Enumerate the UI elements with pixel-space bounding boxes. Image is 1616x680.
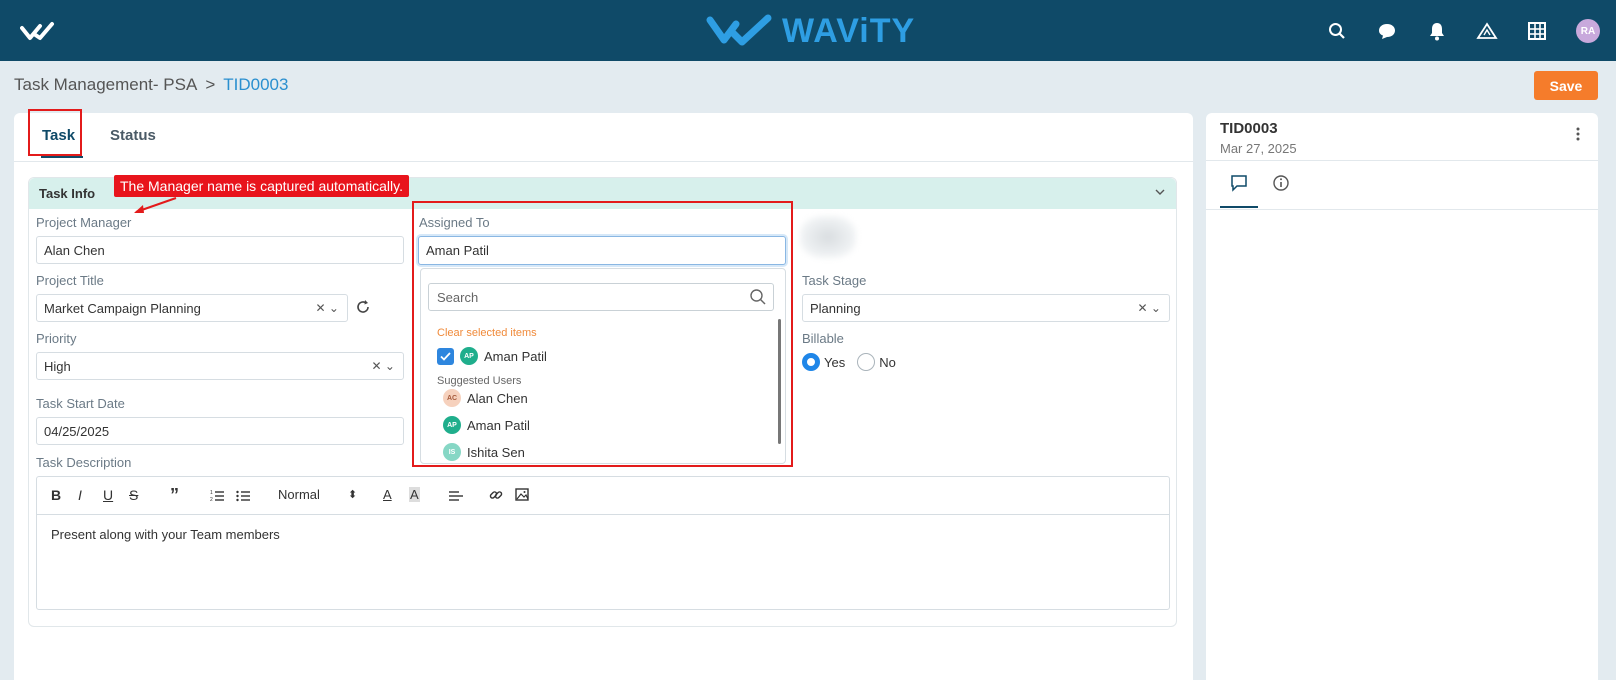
ordered-list-icon[interactable]: 12 <box>210 489 224 503</box>
billable-label: Billable <box>802 331 844 346</box>
assigned-to-highlight-box <box>412 201 793 467</box>
bell-icon[interactable] <box>1412 18 1462 44</box>
refresh-icon[interactable] <box>355 299 371 315</box>
project-manager-field[interactable]: Alan Chen <box>36 236 404 264</box>
annotation-callout: The Manager name is captured automatical… <box>114 175 409 197</box>
blurred-field <box>800 216 856 258</box>
clear-chevron-icon[interactable]: ✕ ⌄ <box>1138 301 1161 315</box>
breadcrumb-parent[interactable]: Task Management- PSA <box>14 75 197 95</box>
breadcrumb-current[interactable]: TID0003 <box>223 75 288 95</box>
italic-icon[interactable]: I <box>78 487 82 503</box>
billable-no-label: No <box>879 354 896 370</box>
tab-status[interactable]: Status <box>110 127 156 144</box>
brand-logo: WAViTY <box>706 10 915 52</box>
search-icon[interactable] <box>1312 18 1362 44</box>
tab-bar: Task Status <box>14 113 1193 162</box>
info-tab-icon[interactable] <box>1272 174 1290 192</box>
clear-chevron-icon[interactable]: ✕ ⌄ <box>316 301 339 315</box>
align-icon[interactable] <box>449 490 463 502</box>
task-description-label: Task Description <box>36 455 132 470</box>
task-stage-value: Planning <box>810 300 861 316</box>
blockquote-icon[interactable]: ” <box>170 485 179 506</box>
comments-tab-icon[interactable] <box>1230 174 1248 192</box>
billable-yes-label: Yes <box>824 354 846 370</box>
task-start-date-field[interactable]: 04/25/2025 <box>36 417 404 445</box>
section-title: Task Info <box>39 186 96 201</box>
project-title-value: Market Campaign Planning <box>44 300 201 316</box>
breadcrumb: Task Management- PSA > TID0003 <box>14 75 288 95</box>
user-avatar[interactable]: RA <box>1576 19 1600 43</box>
link-icon[interactable] <box>489 488 503 502</box>
underline-icon[interactable]: U <box>103 487 113 503</box>
format-select-arrows-icon[interactable]: ⬍ <box>348 488 357 501</box>
background-color-icon[interactable]: A <box>409 487 420 502</box>
format-select[interactable]: Normal <box>278 487 320 502</box>
svg-text:1: 1 <box>210 490 213 496</box>
text-color-icon[interactable]: A <box>383 487 392 502</box>
project-manager-label: Project Manager <box>36 215 132 230</box>
svg-text:2: 2 <box>210 497 213 503</box>
project-manager-value: Alan Chen <box>44 242 105 258</box>
priority-value: High <box>44 358 71 374</box>
strikethrough-icon[interactable]: S <box>129 487 138 503</box>
project-title-label: Project Title <box>36 273 104 288</box>
bullet-list-icon[interactable] <box>236 489 250 503</box>
active-tab-indicator <box>41 156 83 158</box>
priority-select[interactable]: High ✕ ⌄ <box>36 352 404 380</box>
grid-icon[interactable] <box>1512 18 1562 44</box>
clear-chevron-icon[interactable]: ✕ ⌄ <box>372 359 395 373</box>
active-side-tab-indicator <box>1220 206 1258 208</box>
billable-no-radio[interactable] <box>857 353 876 371</box>
side-panel: TID0003 Mar 27, 2025 <box>1206 113 1598 680</box>
triangle-app-icon[interactable] <box>1462 18 1512 44</box>
chevron-down-icon[interactable] <box>1154 186 1166 198</box>
project-title-select[interactable]: Market Campaign Planning ✕ ⌄ <box>36 294 348 322</box>
kebab-menu-icon[interactable] <box>1576 127 1580 141</box>
task-start-date-label: Task Start Date <box>36 396 125 411</box>
task-start-date-value: 04/25/2025 <box>44 423 110 439</box>
editor-toolbar: B I U S ” 12 Normal ⬍ A A <box>37 477 1169 515</box>
save-button[interactable]: Save <box>1534 71 1598 100</box>
top-navbar: WAViTY RA <box>0 0 1616 61</box>
home-logo-icon[interactable] <box>20 20 60 42</box>
task-stage-select[interactable]: Planning ✕ ⌄ <box>802 294 1170 322</box>
side-task-date: Mar 27, 2025 <box>1220 141 1297 156</box>
bold-icon[interactable]: B <box>51 487 61 503</box>
breadcrumb-separator: > <box>205 75 216 94</box>
task-description-text: Present along with your Team members <box>51 527 280 542</box>
side-tabs-divider <box>1206 209 1598 210</box>
side-divider <box>1206 160 1598 161</box>
task-description-editor[interactable]: B I U S ” 12 Normal ⬍ A A Present along … <box>36 476 1170 610</box>
task-stage-label: Task Stage <box>802 273 867 288</box>
header-icon-group: RA <box>1312 18 1600 44</box>
annotation-arrow-icon <box>134 197 177 213</box>
image-icon[interactable] <box>515 488 529 501</box>
task-tab-highlight-box <box>28 109 82 156</box>
billable-radio-group: Yes No <box>802 353 896 371</box>
chat-icon[interactable] <box>1362 18 1412 44</box>
brand-name: WAViTY <box>782 11 916 50</box>
side-task-id: TID0003 <box>1220 120 1278 137</box>
billable-yes-radio[interactable] <box>802 353 820 371</box>
priority-label: Priority <box>36 331 77 346</box>
brand-mark-icon <box>706 14 772 46</box>
